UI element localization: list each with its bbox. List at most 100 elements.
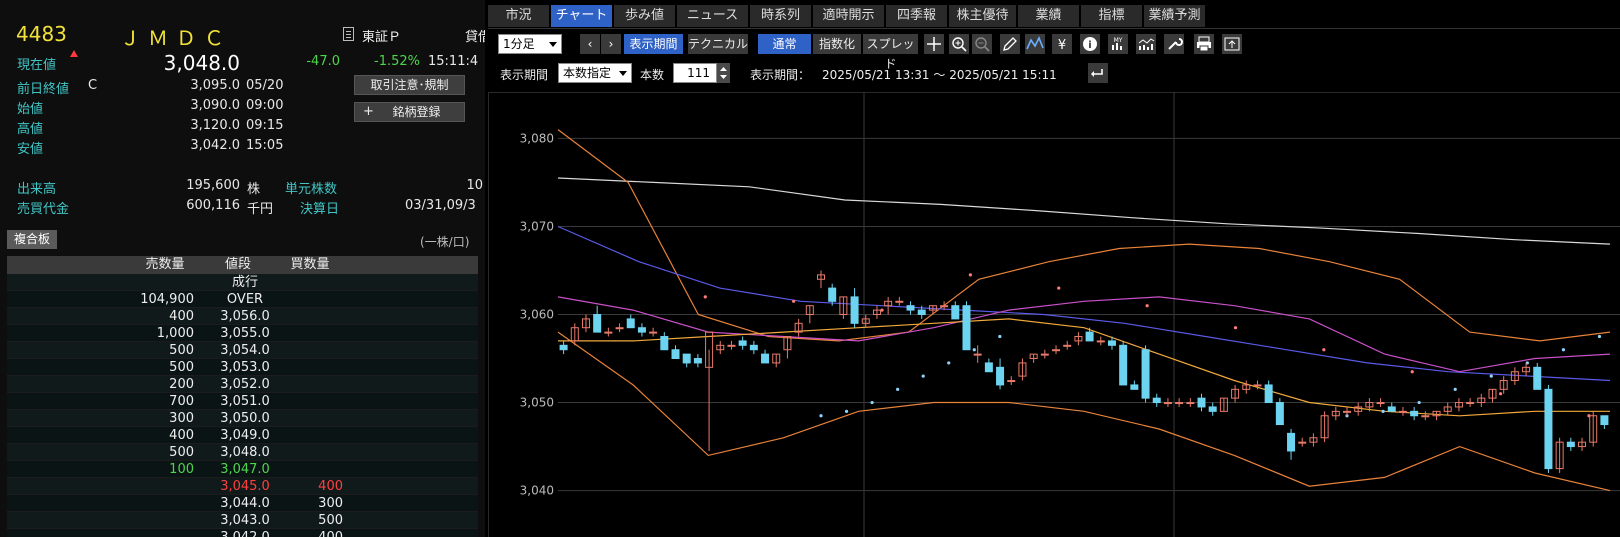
sar-dot — [703, 295, 707, 299]
info-icon: i — [1083, 37, 1097, 51]
board-price: OVER — [226, 292, 264, 307]
count-input[interactable]: 111 — [673, 63, 717, 83]
spinner-arrows-icon — [720, 67, 727, 79]
tab-disclosure[interactable]: 適時開示 — [813, 5, 885, 27]
candle-body — [828, 287, 837, 302]
zoom-in-button[interactable] — [949, 34, 969, 54]
board-row[interactable]: 500 3,054.0 — [7, 342, 478, 359]
sar-dot — [998, 334, 1002, 339]
board-row[interactable]: 104,900 OVER — [7, 291, 478, 308]
tab-ticks[interactable]: 歩み値 — [614, 5, 676, 27]
period-mode-select[interactable]: 本数指定 — [558, 63, 632, 83]
board-row[interactable]: 3,043.0 500 — [7, 512, 478, 529]
reset-button[interactable] — [1088, 63, 1108, 83]
tab-forecast[interactable]: 業績予測 — [1144, 5, 1206, 27]
tab-benefits[interactable]: 株主優待 — [949, 5, 1017, 27]
print-button[interactable] — [1194, 34, 1214, 54]
tab-news[interactable]: ニュース — [677, 5, 749, 27]
caution-button[interactable]: 取引注意･規制 — [354, 75, 465, 95]
candle-body — [850, 296, 859, 324]
price-chart[interactable]: 3,040 3,050 3,060 3,070 3,080 — [488, 92, 1620, 537]
candle-body — [1421, 415, 1430, 418]
board-row[interactable]: 3,045.0 400 — [7, 478, 478, 495]
tab-results[interactable]: 業績 — [1018, 5, 1080, 27]
next-button[interactable]: › — [601, 34, 621, 54]
candle-body — [996, 366, 1005, 386]
wrench-button[interactable] — [1164, 34, 1184, 54]
board-row[interactable]: 500 3,053.0 — [7, 359, 478, 376]
board-row[interactable]: 100 3,047.0 — [7, 461, 478, 478]
board-row[interactable]: 200 3,052.0 — [7, 376, 478, 393]
board-row[interactable]: 成行 — [7, 274, 478, 291]
board-row[interactable]: 300 3,050.0 — [7, 410, 478, 427]
crosshair-button[interactable] — [924, 34, 944, 54]
order-board-header: 売数量 値段 買数量 — [7, 256, 478, 274]
board-row[interactable]: 700 3,051.0 — [7, 393, 478, 410]
low-value: 3,042.0 — [190, 138, 240, 153]
board-row[interactable]: 500 3,048.0 — [7, 444, 478, 461]
settle-value: 03/31,09/3 — [405, 198, 476, 213]
tab-quarterly[interactable]: 四季報 — [886, 5, 948, 27]
register-button[interactable]: + 銘柄登録 — [354, 102, 465, 122]
volume-button[interactable] — [1136, 34, 1156, 54]
candle-body — [951, 305, 960, 320]
board-row[interactable]: 400 3,049.0 — [7, 427, 478, 444]
high-time: 09:15 — [246, 118, 284, 133]
board-row[interactable]: 1,000 3,055.0 — [7, 325, 478, 342]
board-sell-qty: 700 — [169, 394, 194, 409]
zoom-in-icon — [952, 37, 967, 52]
order-board: 売数量 値段 買数量 成行 104,900 OVER 400 3,056.0 1,000 3… — [7, 256, 478, 537]
candle-body — [1130, 384, 1139, 390]
combo-board-button[interactable]: 複合板 — [7, 230, 57, 249]
interval-select[interactable]: 1分足 — [498, 34, 562, 54]
candle-body — [604, 331, 613, 334]
candle-body — [940, 305, 949, 308]
tab-timeseries[interactable]: 時系列 — [750, 5, 812, 27]
tab-indicators[interactable]: 指標 — [1081, 5, 1143, 27]
board-buy-qty: 500 — [318, 513, 343, 528]
y-tick-label: 3,050 — [520, 396, 554, 410]
candle-body — [1600, 415, 1609, 426]
spread-button[interactable]: スプレッド — [863, 34, 918, 71]
yen-button[interactable]: ¥ — [1052, 34, 1072, 54]
open-value: 3,090.0 — [190, 98, 240, 113]
zoom-out-button[interactable] — [972, 34, 992, 54]
chart-canvas[interactable]: 3,040 3,050 3,060 3,070 3,080 — [488, 92, 1620, 537]
normal-button[interactable]: 通常 — [758, 34, 811, 54]
candle-body — [693, 358, 702, 364]
export-button[interactable] — [1222, 34, 1242, 54]
count-spinner[interactable] — [717, 63, 730, 83]
candle-body — [593, 314, 602, 333]
svg-text:MY: MY — [1114, 37, 1123, 44]
trend-button[interactable] — [1025, 34, 1045, 54]
board-sell-qty: 104,900 — [140, 292, 194, 307]
prev-close-flag: C — [88, 78, 98, 93]
turnover-value: 600,116 — [186, 198, 240, 213]
sar-dot — [972, 348, 976, 352]
sar-dot — [1145, 304, 1149, 308]
plus-icon: + — [363, 104, 374, 119]
lot-label: 単元株数 — [285, 182, 338, 197]
board-row[interactable]: 3,042.0 400 — [7, 529, 478, 537]
candle-body — [1063, 344, 1072, 347]
pen-button[interactable] — [1000, 34, 1020, 54]
info-button[interactable]: i — [1080, 34, 1100, 54]
board-sell-qty: 300 — [169, 411, 194, 426]
memo-icon[interactable] — [343, 27, 354, 41]
display-period-button[interactable]: 表示期間 — [624, 34, 683, 54]
stock-code: 4483 — [16, 22, 67, 46]
prev-close-value: 3,095.0 — [190, 78, 240, 93]
technical-button[interactable]: テクニカル — [688, 34, 748, 54]
candle-body — [1197, 397, 1206, 408]
my-button[interactable]: MY — [1108, 34, 1128, 54]
chevron-down-icon — [549, 42, 557, 47]
prev-button[interactable]: ‹ — [580, 34, 600, 54]
board-row[interactable]: 3,044.0 300 — [7, 495, 478, 512]
tab-chart[interactable]: チャート — [551, 5, 613, 27]
board-row[interactable]: 400 3,056.0 — [7, 308, 478, 325]
tab-bar: 市況 チャート 歩み値 ニュース 時系列 適時開示 四季報 株主優待 業績 指標 業績予測 — [488, 5, 1620, 27]
tab-market[interactable]: 市況 — [488, 5, 550, 27]
candle-body — [1298, 441, 1307, 444]
candle-body — [660, 336, 669, 351]
index-button[interactable]: 指数化 — [813, 34, 861, 54]
